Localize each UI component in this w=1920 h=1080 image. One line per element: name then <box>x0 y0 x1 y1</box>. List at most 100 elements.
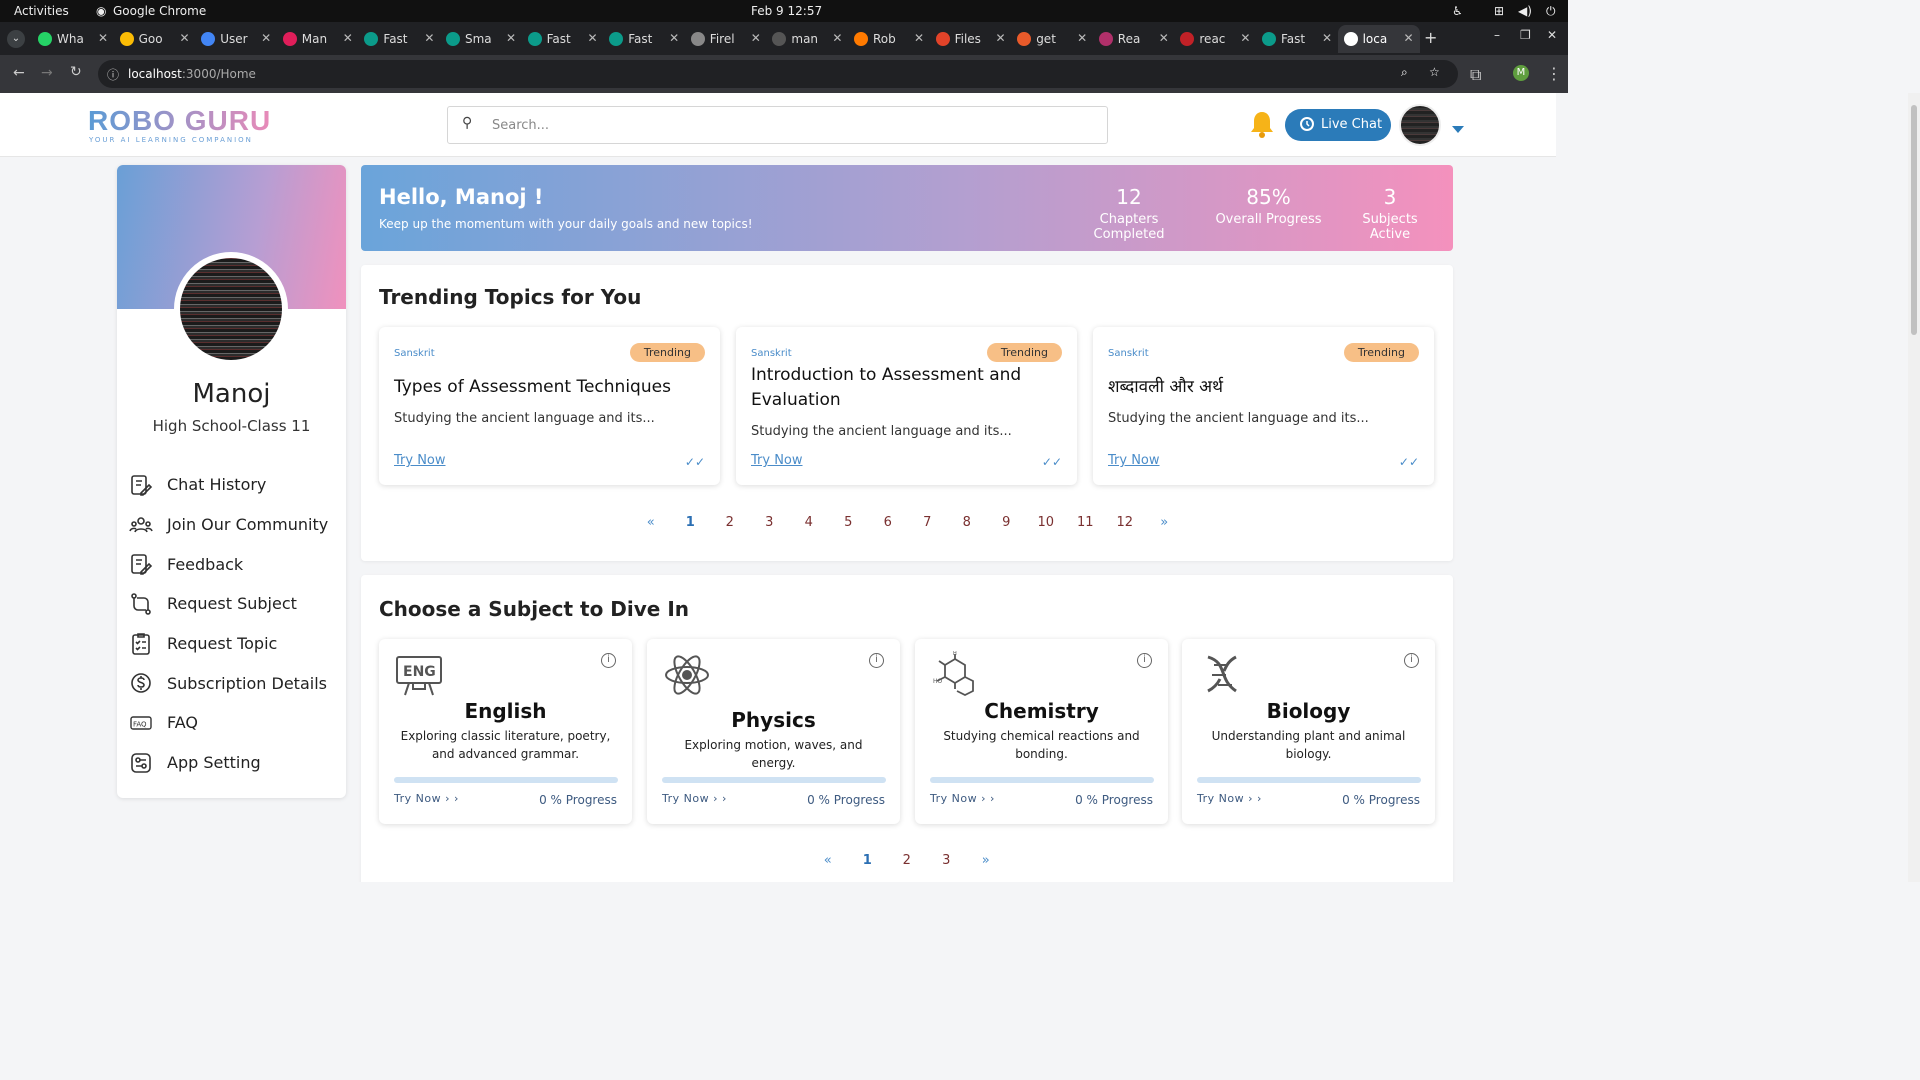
tab-close-icon[interactable]: ✕ <box>1159 31 1169 45</box>
page-button[interactable]: 4 <box>789 515 829 530</box>
tab-close-icon[interactable]: ✕ <box>832 31 842 45</box>
browser-tab[interactable]: Man ✕ <box>277 25 359 53</box>
subject-card-physics[interactable]: i Physics Exploring motion, waves, and e… <box>647 639 900 824</box>
zoom-icon[interactable]: ⌕ <box>1401 65 1408 80</box>
subject-card-english[interactable]: ENG i English Exploring classic literatu… <box>379 639 632 824</box>
browser-tab[interactable]: Fast ✕ <box>522 25 604 53</box>
page-button[interactable]: 8 <box>947 515 987 530</box>
subject-card-chemistry[interactable]: HO H i Chemistry Studying chemical reacti… <box>915 639 1168 824</box>
menu-app-setting[interactable]: App Setting <box>129 743 328 783</box>
page-button[interactable]: 9 <box>987 515 1027 530</box>
chrome-menu-icon[interactable]: ⋮ <box>1546 64 1562 83</box>
scrollbar-thumb[interactable] <box>1911 105 1917 335</box>
trending-card[interactable]: Sanskrit Trending Introduction to Assess… <box>736 327 1077 485</box>
profile-icon[interactable]: M <box>1513 65 1529 81</box>
browser-tab[interactable]: Fast ✕ <box>1256 25 1338 53</box>
tab-close-icon[interactable]: ✕ <box>914 31 924 45</box>
tab-close-icon[interactable]: ✕ <box>506 31 516 45</box>
info-icon[interactable]: i <box>601 653 616 668</box>
browser-tab[interactable]: Sma ✕ <box>440 25 522 53</box>
try-now-link[interactable]: Try Now <box>394 453 446 468</box>
close-window-icon[interactable]: ✕ <box>1547 28 1557 42</box>
chevron-down-icon[interactable] <box>1452 126 1464 133</box>
accessibility-icon[interactable]: ♿ <box>1452 4 1463 18</box>
trending-card[interactable]: Sanskrit Trending शब्दावली और अर्थ Study… <box>1093 327 1434 485</box>
prev-page-button[interactable]: « <box>808 853 848 868</box>
try-now-link[interactable]: Try Now <box>1108 453 1160 468</box>
site-info-icon[interactable]: ⓘ <box>107 66 119 83</box>
next-page-button[interactable]: » <box>966 853 1006 868</box>
tab-close-icon[interactable]: ✕ <box>261 31 271 45</box>
minimize-icon[interactable]: – <box>1494 28 1500 42</box>
new-tab-icon[interactable]: + <box>1424 28 1437 47</box>
try-now-button[interactable]: Try Now › › <box>1197 792 1262 805</box>
maximize-icon[interactable]: ❐ <box>1520 28 1531 42</box>
page-button[interactable]: 2 <box>887 853 927 868</box>
browser-tab[interactable]: Rea ✕ <box>1093 25 1175 53</box>
browser-tab[interactable]: Firel ✕ <box>685 25 767 53</box>
app-name[interactable]: Google Chrome <box>113 4 206 18</box>
page-button[interactable]: 10 <box>1026 515 1066 530</box>
live-chat-button[interactable]: Live Chat <box>1285 109 1391 141</box>
try-now-link[interactable]: Try Now <box>751 453 803 468</box>
menu-chat-history[interactable]: Chat History <box>129 465 328 505</box>
activities-button[interactable]: Activities <box>14 4 69 18</box>
tab-close-icon[interactable]: ✕ <box>1240 31 1250 45</box>
tab-close-icon[interactable]: ✕ <box>180 31 190 45</box>
back-icon[interactable]: ← <box>13 65 25 81</box>
page-button[interactable]: 1 <box>848 853 888 868</box>
browser-tab[interactable]: Rob ✕ <box>848 25 930 53</box>
page-button[interactable]: 6 <box>868 515 908 530</box>
tab-search-icon[interactable]: ⌄ <box>7 30 25 48</box>
prev-page-button[interactable]: « <box>631 515 671 530</box>
tab-close-icon[interactable]: ✕ <box>1077 31 1087 45</box>
page-button[interactable]: 3 <box>927 853 967 868</box>
search-input[interactable]: Search... <box>447 106 1108 144</box>
clock[interactable]: Feb 9 12:57 <box>751 4 822 18</box>
browser-tab[interactable]: man ✕ <box>766 25 848 53</box>
subject-card-biology[interactable]: i Biology Understanding plant and animal… <box>1182 639 1435 824</box>
info-icon[interactable]: i <box>869 653 884 668</box>
try-now-button[interactable]: Try Now › › <box>930 792 995 805</box>
reload-icon[interactable]: ↻ <box>70 64 82 80</box>
browser-tab[interactable]: reac ✕ <box>1174 25 1256 53</box>
user-avatar[interactable] <box>1399 104 1441 146</box>
page-button[interactable]: 3 <box>750 515 790 530</box>
page-scrollbar[interactable] <box>1908 93 1920 882</box>
try-now-button[interactable]: Try Now › › <box>662 792 727 805</box>
tab-close-icon[interactable]: ✕ <box>98 31 108 45</box>
menu-request-subject[interactable]: Request Subject <box>129 584 328 624</box>
page-button[interactable]: 2 <box>710 515 750 530</box>
browser-tab[interactable]: Goo ✕ <box>114 25 196 53</box>
bell-icon[interactable] <box>1248 109 1276 139</box>
tab-close-icon[interactable]: ✕ <box>751 31 761 45</box>
network-icon[interactable]: ⊞ <box>1494 4 1504 18</box>
tab-close-icon[interactable]: ✕ <box>343 31 353 45</box>
browser-tab[interactable]: loca ✕ <box>1337 25 1420 53</box>
extensions-icon[interactable]: ⧉ <box>1470 65 1481 85</box>
browser-tab[interactable]: Wha ✕ <box>32 25 114 53</box>
next-page-button[interactable]: » <box>1145 515 1185 530</box>
menu-join-community[interactable]: Join Our Community <box>129 505 328 545</box>
profile-picture[interactable] <box>174 252 288 366</box>
trending-card[interactable]: Sanskrit Trending Types of Assessment Te… <box>379 327 720 485</box>
logo[interactable]: ROBO GURU <box>88 105 271 137</box>
menu-subscription-details[interactable]: Subscription Details <box>129 663 328 703</box>
page-button[interactable]: 1 <box>671 515 711 530</box>
page-button[interactable]: 7 <box>908 515 948 530</box>
browser-tab[interactable]: Fast ✕ <box>358 25 440 53</box>
browser-tab[interactable]: Files ✕ <box>930 25 1012 53</box>
tab-close-icon[interactable]: ✕ <box>1322 31 1332 45</box>
url-bar[interactable]: ⓘ localhost:3000/Home ⌕ ☆ <box>98 60 1458 88</box>
page-button[interactable]: 12 <box>1105 515 1145 530</box>
page-button[interactable]: 5 <box>829 515 869 530</box>
browser-tab[interactable]: get ✕ <box>1011 25 1093 53</box>
tab-close-icon[interactable]: ✕ <box>424 31 434 45</box>
info-icon[interactable]: i <box>1137 653 1152 668</box>
bookmark-star-icon[interactable]: ☆ <box>1429 65 1440 79</box>
page-button[interactable]: 11 <box>1066 515 1106 530</box>
info-icon[interactable]: i <box>1404 653 1419 668</box>
tab-close-icon[interactable]: ✕ <box>669 31 679 45</box>
power-icon[interactable]: ⏻ <box>1546 4 1556 19</box>
tab-close-icon[interactable]: ✕ <box>1404 31 1414 45</box>
